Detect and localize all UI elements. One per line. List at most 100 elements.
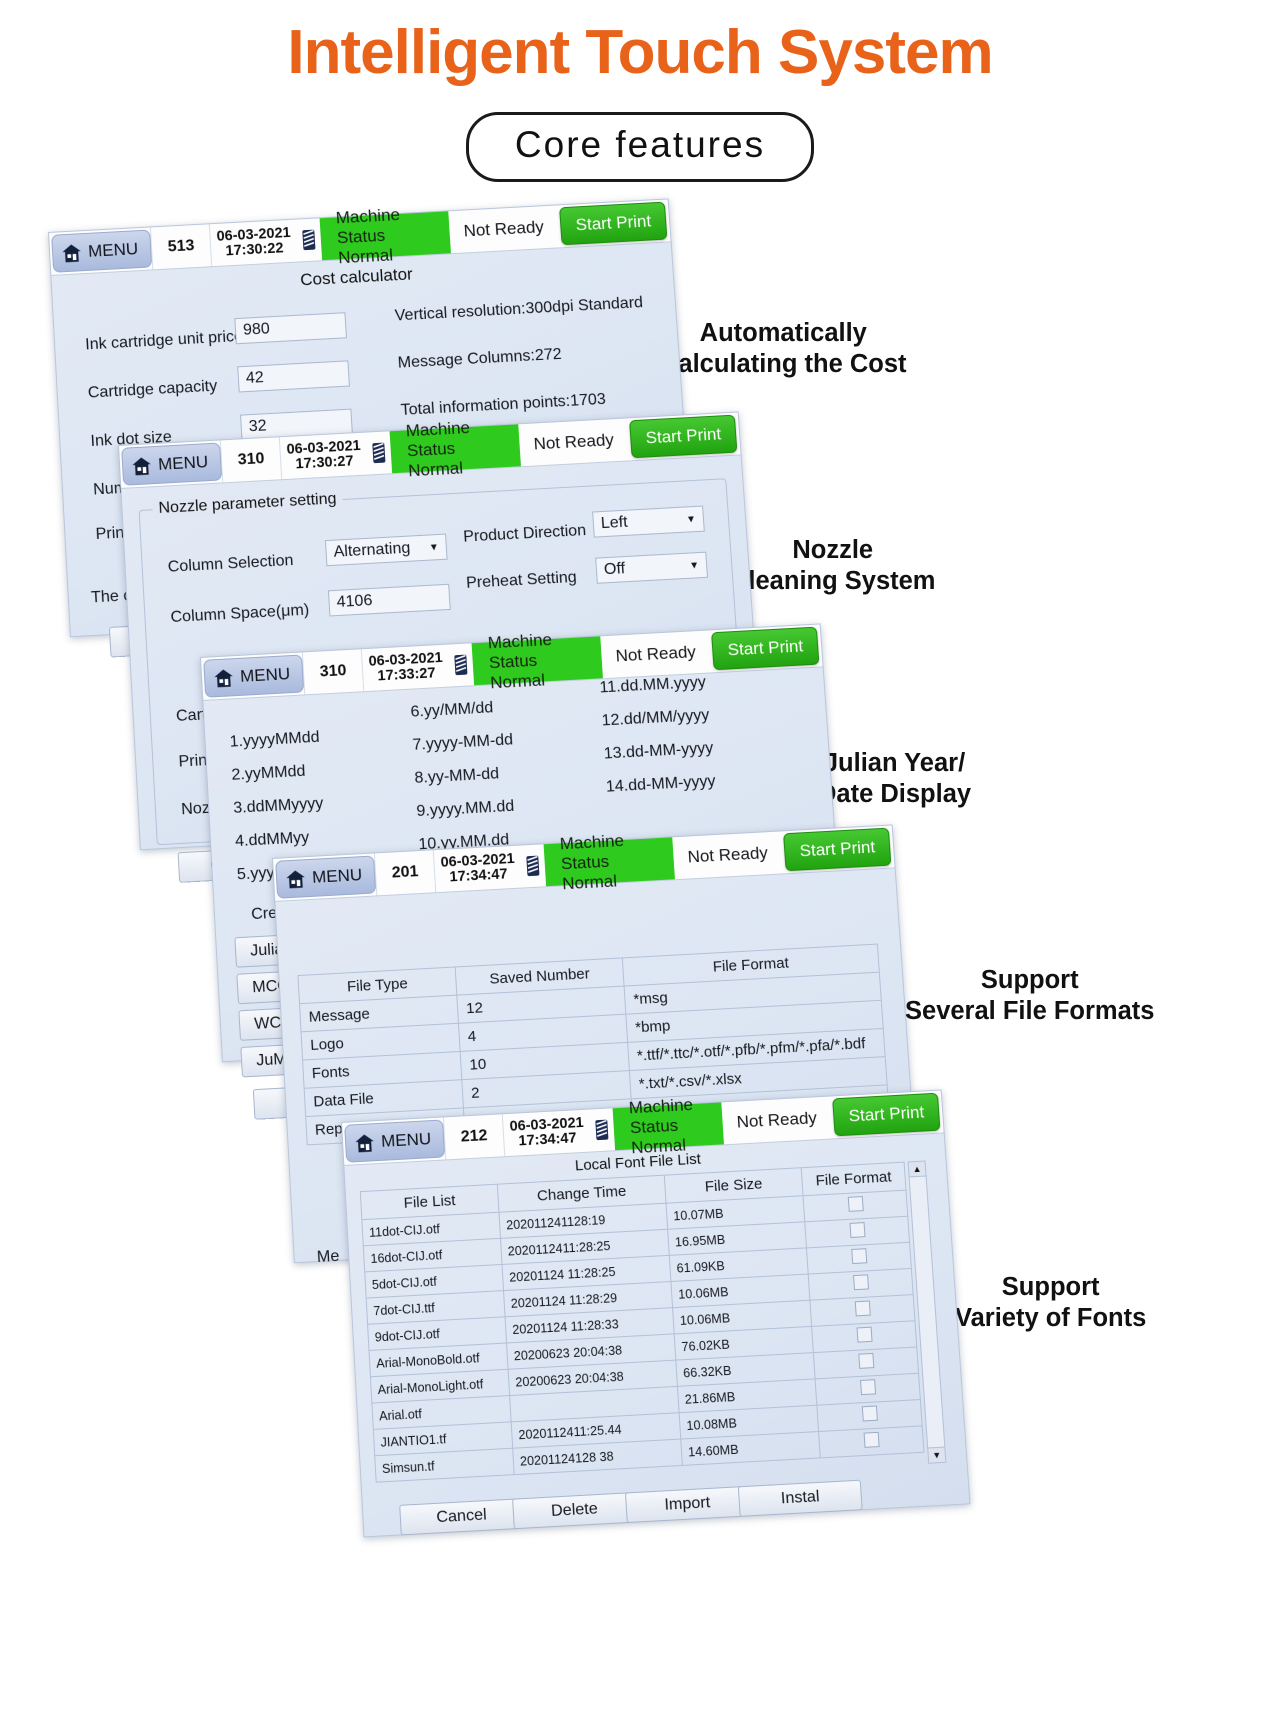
subtitle-badge: Core features	[466, 112, 814, 182]
footer-label: Me	[316, 1248, 339, 1268]
row-checkbox[interactable]	[858, 1353, 874, 1369]
date-format-item[interactable]: 7.yyyy-MM-dd	[412, 731, 514, 754]
machine-status-badge: Machine Status Normal	[472, 636, 603, 685]
callout-4-line1: Support	[905, 965, 1154, 996]
menu-button[interactable]: MENU	[275, 855, 376, 898]
callout-1-line1: Automatically	[660, 318, 907, 349]
callout-2-line2: Cleaning System	[730, 566, 935, 597]
date-format-item[interactable]: 13.dd-MM-yyyy	[603, 740, 714, 764]
date-format-item[interactable]: 3.ddMMyyyy	[233, 794, 333, 817]
home-icon	[61, 242, 83, 264]
menu-button[interactable]: MENU	[344, 1119, 445, 1162]
callout-4-line2: Several File Formats	[905, 996, 1154, 1027]
chevron-down-icon: ▼	[429, 542, 440, 554]
machine-status-badge: Machine Status Normal	[390, 424, 521, 473]
counter-value: 212	[443, 1114, 505, 1159]
field-label-cartridge-capacity: Cartridge capacity	[87, 378, 217, 403]
counter-value: 201	[374, 850, 436, 895]
date-format-item[interactable]: 12.dd/MM/yyyy	[601, 707, 711, 731]
panel-local-font-list: MENU 212 06-03-2021 17:34:47 Machine Sta…	[341, 1089, 971, 1537]
product-direction-value: Left	[600, 514, 628, 533]
start-print-button[interactable]: Start Print	[559, 202, 667, 246]
callout-5-line2: Variety of Fonts	[955, 1303, 1146, 1334]
date-format-item[interactable]: 8.yy-MM-dd	[414, 764, 516, 788]
panel1-topbar: MENU 513 06-03-2021 17:30:22 Machine Sta…	[49, 199, 671, 275]
date-format-column-3: 11.dd.MM.yyyy 12.dd/MM/yyyy 13.dd-MM-yyy…	[599, 674, 716, 797]
page-title: Intelligent Touch System	[0, 22, 1280, 84]
ready-state-label: Not Ready	[448, 205, 559, 253]
datetime-display: 06-03-2021 17:34:47	[503, 1110, 592, 1157]
counter-value: 310	[220, 437, 282, 482]
field-label-ink-price: Ink cartridge unit price	[85, 328, 244, 355]
date-format-item[interactable]: 4.ddMMyy	[235, 828, 335, 852]
datetime-display: 06-03-2021 17:34:47	[434, 846, 523, 893]
chevron-down-icon: ▼	[686, 513, 697, 525]
column-selection-value: Alternating	[333, 540, 411, 562]
menu-label: MENU	[240, 664, 291, 687]
info-vertical-resolution: Vertical resolution:300dpi Standard	[394, 294, 643, 325]
row-checkbox[interactable]	[851, 1248, 867, 1264]
menu-button[interactable]: MENU	[51, 229, 152, 272]
cancel-button[interactable]: Cancel	[399, 1498, 524, 1535]
ink-cartridge-icon	[589, 1108, 616, 1151]
scroll-up-icon[interactable]: ▲	[909, 1162, 926, 1178]
start-print-button[interactable]: Start Print	[783, 828, 891, 872]
font-list-table-wrap: File List Change Time File Size File For…	[360, 1162, 925, 1483]
menu-label: MENU	[88, 239, 139, 262]
preheat-setting-value: Off	[603, 560, 625, 579]
delete-button[interactable]: Delete	[512, 1492, 637, 1529]
datetime-display: 06-03-2021 17:30:22	[210, 220, 299, 267]
start-print-button[interactable]: Start Print	[833, 1093, 941, 1137]
home-icon	[131, 455, 153, 477]
row-checkbox[interactable]	[847, 1196, 863, 1212]
row-checkbox[interactable]	[853, 1274, 869, 1290]
cartridge-capacity-input[interactable]: 42	[237, 360, 350, 392]
row-checkbox[interactable]	[863, 1432, 879, 1448]
row-checkbox[interactable]	[854, 1301, 870, 1317]
ready-state-label: Not Ready	[721, 1097, 832, 1145]
ink-cartridge-icon	[448, 643, 475, 686]
callout-2-line1: Nozzle	[730, 535, 935, 566]
callout-5-line1: Support	[955, 1272, 1146, 1303]
date-format-item[interactable]: 14.dd-MM-yyyy	[605, 773, 716, 797]
menu-label: MENU	[381, 1129, 432, 1152]
callout-1-line2: Calculating the Cost	[660, 349, 907, 380]
date-format-item[interactable]: 2.yyMMdd	[231, 761, 331, 784]
callout-4: Support Several File Formats	[905, 965, 1154, 1027]
start-print-button[interactable]: Start Print	[629, 415, 737, 459]
scroll-down-icon[interactable]: ▼	[928, 1447, 945, 1463]
info-total-information-points: Total information points:1703	[400, 391, 606, 420]
row-checkbox[interactable]	[849, 1222, 865, 1238]
install-button[interactable]: Instal	[738, 1480, 863, 1517]
ink-price-input[interactable]: 980	[234, 312, 347, 344]
subtitle-container: Core features	[0, 112, 1280, 182]
home-icon	[354, 1132, 376, 1154]
row-checkbox[interactable]	[861, 1406, 877, 1422]
date-format-item[interactable]: 9.yyyy.MM.dd	[416, 798, 518, 822]
menu-label: MENU	[158, 452, 209, 475]
time-value: 17:30:27	[295, 454, 354, 472]
date-format-item[interactable]: 6.yy/MM/dd	[410, 698, 512, 721]
menu-button[interactable]: MENU	[203, 654, 304, 697]
ready-state-label: Not Ready	[672, 831, 783, 879]
datetime-display: 06-03-2021 17:33:27	[362, 645, 451, 692]
import-button[interactable]: Import	[625, 1486, 750, 1523]
callout-5: Support Variety of Fonts	[955, 1272, 1146, 1334]
machine-status-badge: Machine Status Normal	[613, 1102, 724, 1150]
callout-1: Automatically Calculating the Cost	[660, 318, 907, 380]
row-checkbox[interactable]	[856, 1327, 872, 1343]
section-title: Cost calculator	[300, 264, 414, 290]
ready-state-label: Not Ready	[600, 630, 711, 678]
callout-2: Nozzle Cleaning System	[730, 535, 935, 597]
start-print-button[interactable]: Start Print	[711, 627, 819, 671]
datetime-display: 06-03-2021 17:30:27	[280, 433, 369, 480]
date-format-item[interactable]: 1.yyyyMMdd	[229, 728, 329, 751]
menu-label: MENU	[312, 865, 363, 888]
ready-state-label: Not Ready	[518, 418, 629, 466]
ink-cartridge-icon	[520, 844, 547, 887]
row-checkbox[interactable]	[860, 1379, 876, 1395]
callout-3-line2: Date Display	[818, 779, 971, 810]
machine-status-badge: Machine Status Normal	[320, 211, 451, 260]
callout-3: Julian Year/ Date Display	[818, 748, 971, 810]
menu-button[interactable]: MENU	[121, 442, 222, 485]
